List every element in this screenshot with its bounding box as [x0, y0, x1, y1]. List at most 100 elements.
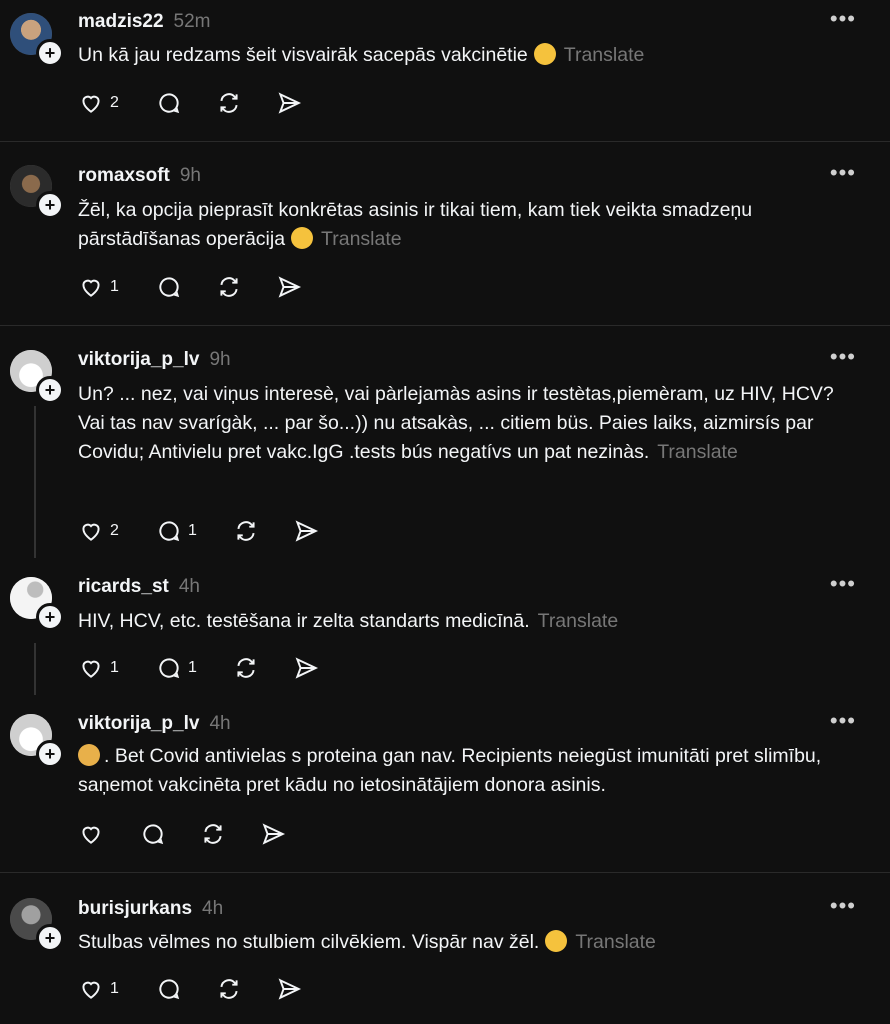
comment-icon [159, 93, 180, 114]
repost-icon [237, 658, 255, 678]
like-button[interactable]: 1 [78, 655, 119, 681]
dizzy-face-emoji-icon [291, 227, 314, 249]
share-icon [295, 520, 319, 542]
reply-button[interactable] [140, 821, 166, 847]
username[interactable]: viktorija_p_lv 9h [78, 349, 231, 371]
avatar[interactable]: + [10, 714, 64, 768]
heart-icon [82, 660, 100, 678]
translate-link[interactable]: Translate [575, 931, 656, 953]
timestamp: 9h [209, 349, 231, 370]
post-text: Žēl, ka opcija pieprasīt konkrētas asini… [78, 199, 753, 250]
reply-button[interactable] [156, 274, 182, 300]
username[interactable]: viktorija_p_lv 4h [78, 713, 231, 735]
heart-icon [82, 95, 100, 113]
like-button[interactable]: 1 [78, 976, 119, 1002]
username[interactable]: ricards_st 4h [78, 576, 200, 598]
repost-icon [220, 277, 238, 297]
handshake-emoji-icon [78, 744, 100, 766]
like-count: 2 [110, 94, 119, 111]
post-text: . Bet Covid antivielas s proteina gan na… [78, 744, 822, 796]
share-button[interactable] [260, 821, 286, 847]
translate-link[interactable]: Translate [657, 441, 738, 463]
reply-button[interactable] [156, 90, 182, 116]
laughing-emoji-icon [533, 43, 556, 65]
share-icon [278, 978, 302, 1000]
comment-icon [159, 979, 180, 1000]
repost-icon [204, 824, 222, 844]
more-icon[interactable]: ••• [830, 344, 856, 370]
comment-icon [143, 824, 164, 845]
comment-icon [159, 277, 180, 298]
like-count: 1 [110, 278, 119, 295]
timestamp: 4h [209, 713, 231, 734]
thread-line [34, 643, 36, 695]
follow-plus-icon[interactable]: + [36, 191, 64, 219]
like-count: 1 [110, 980, 119, 997]
repost-icon [220, 979, 238, 999]
reply-count: 1 [188, 659, 197, 676]
heart-icon [82, 981, 100, 999]
avatar[interactable]: + [10, 577, 64, 631]
timestamp: 4h [178, 576, 200, 597]
repost-icon [220, 93, 238, 113]
more-icon[interactable]: ••• [830, 160, 856, 186]
more-icon[interactable]: ••• [830, 893, 856, 919]
follow-plus-icon[interactable]: + [36, 39, 64, 67]
repost-button[interactable] [216, 274, 242, 300]
like-button[interactable] [78, 821, 104, 847]
username[interactable]: romaxsoft 9h [78, 165, 201, 187]
heart-icon [82, 279, 100, 297]
follow-plus-icon[interactable]: + [36, 376, 64, 404]
post-text: Un kā jau redzams šeit visvairāk sacepās… [78, 43, 645, 66]
timestamp: 9h [179, 165, 201, 186]
repost-button[interactable] [200, 821, 226, 847]
more-icon[interactable]: ••• [830, 571, 856, 597]
thread-line [34, 406, 36, 558]
repost-button[interactable] [233, 518, 259, 544]
reply-button[interactable] [156, 976, 182, 1002]
share-button[interactable] [276, 976, 302, 1002]
post-text: Stulbas vēlmes no stulbiem cilvēkiem. Vi… [78, 930, 656, 953]
avatar[interactable]: + [10, 350, 64, 404]
translate-link[interactable]: Translate [538, 610, 619, 632]
share-button[interactable] [276, 90, 302, 116]
reply-button[interactable]: 1 [156, 518, 197, 544]
more-icon[interactable]: ••• [830, 6, 856, 32]
share-icon [295, 657, 319, 679]
comment-icon [159, 658, 180, 679]
timestamp: 4h [202, 898, 224, 919]
share-button[interactable] [293, 655, 319, 681]
avatar[interactable]: + [10, 165, 64, 219]
grinning-emoji-icon [545, 930, 568, 952]
share-button[interactable] [293, 518, 319, 544]
avatar[interactable]: + [10, 13, 64, 67]
like-button[interactable]: 2 [78, 518, 119, 544]
post-text: HIV, HCV, etc. testēšana ir zelta standa… [78, 610, 619, 632]
reply-button[interactable]: 1 [156, 655, 197, 681]
heart-icon [82, 523, 100, 541]
repost-button[interactable] [216, 90, 242, 116]
share-icon [262, 823, 286, 845]
like-button[interactable]: 2 [78, 90, 119, 116]
repost-button[interactable] [216, 976, 242, 1002]
share-icon [278, 276, 302, 298]
like-count: 2 [110, 522, 119, 539]
repost-button[interactable] [233, 655, 259, 681]
share-icon [278, 92, 302, 114]
divider [0, 872, 890, 873]
divider [0, 325, 890, 326]
like-button[interactable]: 1 [78, 274, 119, 300]
heart-icon [82, 826, 100, 844]
avatar[interactable]: + [10, 898, 64, 952]
username[interactable]: burisjurkans 4h [78, 898, 223, 920]
follow-plus-icon[interactable]: + [36, 924, 64, 952]
username[interactable]: madzis22 52m [78, 11, 211, 33]
translate-link[interactable]: Translate [321, 228, 402, 250]
translate-link[interactable]: Translate [564, 44, 645, 66]
timestamp: 52m [173, 11, 211, 32]
more-icon[interactable]: ••• [830, 708, 856, 734]
repost-icon [237, 521, 255, 541]
share-button[interactable] [276, 274, 302, 300]
follow-plus-icon[interactable]: + [36, 603, 64, 631]
follow-plus-icon[interactable]: + [36, 740, 64, 768]
